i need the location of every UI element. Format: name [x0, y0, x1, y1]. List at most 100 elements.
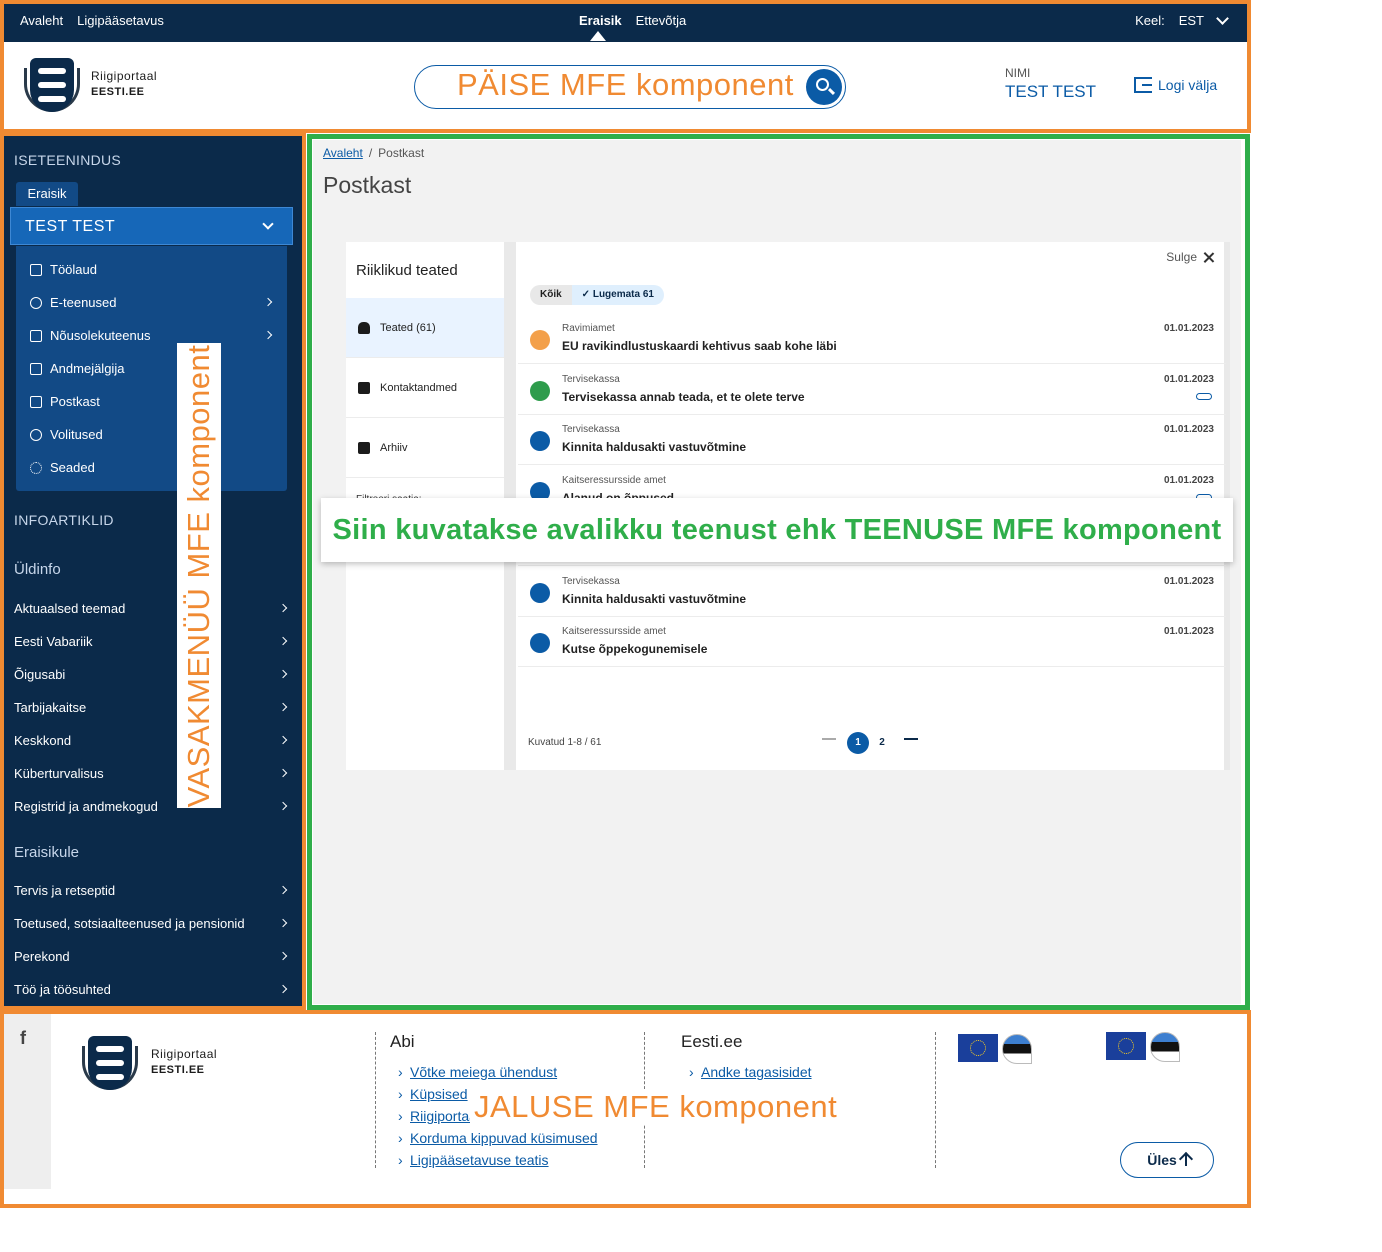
chevron-right-icon	[263, 297, 273, 307]
back-to-top-button[interactable]: Üles	[1120, 1142, 1214, 1178]
mailbox-nav-teated[interactable]: Teated (61)	[346, 298, 504, 358]
message-sender: Kaitseressursside amet	[562, 626, 666, 637]
breadcrumb-home-link[interactable]: Avaleht	[323, 146, 363, 160]
sidebar-item-label: Volitused	[50, 427, 103, 442]
sidebar-item-eesti-vabariik[interactable]: Eesti Vabariik	[14, 634, 290, 649]
chevron-right-icon	[278, 918, 288, 928]
message-subject: EU ravikindlustuskaardi kehtivus saab ko…	[562, 339, 837, 353]
site-logo-text[interactable]: Riigiportaal EESTI.EE	[91, 68, 157, 100]
read-filter: Kõik Lugemata 61	[530, 285, 664, 305]
tab-eraisik[interactable]: Eraisik	[579, 13, 622, 28]
chevron-right-icon	[278, 735, 288, 745]
contact-card-icon	[358, 381, 370, 394]
sidebar-item-label: Toetused, sotsiaalteenused ja pensionid	[14, 916, 245, 931]
user-selector[interactable]: TEST TEST	[10, 207, 293, 245]
sidebar-item-keskkond[interactable]: Keskkond	[14, 733, 290, 748]
sidebar-annotation-text: VASAKMENÜÜ MFE komponent	[181, 344, 216, 807]
sidebar-item-tarbijakaitse[interactable]: Tarbijakaitse	[14, 700, 290, 715]
coat-of-arms-logo-icon[interactable]	[24, 54, 80, 116]
list-item[interactable]: Kaitseressursside amet Kutse õppekogunemi…	[518, 617, 1226, 667]
sidebar-item-too[interactable]: Töö ja töösuhted	[14, 982, 290, 997]
chevron-down-icon	[1216, 11, 1229, 25]
footer-link-accessibility[interactable]: Ligipääsetavuse teatis	[398, 1152, 549, 1168]
sidebar-item-andmejalgija[interactable]: Andmejälgija	[30, 361, 124, 376]
footer-link-feedback[interactable]: Andke tagasisidet	[689, 1064, 811, 1080]
footer-link-cookies[interactable]: Küpsised	[398, 1086, 468, 1102]
close-icon	[1203, 252, 1214, 263]
page-title: Postkast	[323, 172, 412, 198]
message-date: 01.01.2023	[1163, 424, 1214, 435]
footer-logo-text[interactable]: Riigiportaal EESTI.EE	[151, 1046, 217, 1078]
role-tab[interactable]: Eraisik	[16, 182, 78, 206]
list-item[interactable]: Tervisekassa Kinnita haldusakti vastuvõtm…	[518, 567, 1226, 617]
private-person-title[interactable]: Eraisikule	[14, 844, 79, 861]
general-info-title[interactable]: Üldinfo	[14, 561, 61, 578]
language-value: EST	[1178, 13, 1204, 28]
footer-link-faq[interactable]: Korduma kippuvad küsimused	[398, 1130, 598, 1146]
message-subject: Kinnita haldusakti vastuvõtmine	[562, 440, 747, 454]
sidebar-item-label: Tarbijakaitse	[14, 700, 87, 715]
message-date: 01.01.2023	[1163, 373, 1214, 385]
sidebar-item-label: Küberturvalisus	[14, 766, 104, 781]
language-selector[interactable]: Keel: EST	[1135, 11, 1229, 28]
page-button-1[interactable]: 1	[847, 732, 869, 754]
filter-all-chip[interactable]: Kõik	[530, 285, 572, 305]
sidebar-item-volitused[interactable]: Volitused	[30, 427, 103, 442]
filter-unread-chip[interactable]: Lugemata 61	[571, 285, 664, 305]
next-page-icon[interactable]	[904, 738, 918, 740]
list-item[interactable]: Tervisekassa Tervisekassa annab teada, et…	[518, 365, 1226, 415]
home-link[interactable]: Avaleht	[20, 13, 63, 28]
sidebar-item-nousolekuteenus[interactable]: Nõusolekuteenus	[30, 328, 273, 343]
logout-button[interactable]: Logi välja	[1134, 77, 1217, 93]
prev-page-icon[interactable]	[822, 738, 836, 740]
list-item[interactable]: Tervisekassa Kinnita haldusakti vastuvõtm…	[518, 415, 1226, 465]
sidebar-item-postkast[interactable]: Postkast	[30, 394, 100, 409]
sidebar-item-seaded[interactable]: Seaded	[30, 460, 95, 475]
sidebar-item-oigusabi[interactable]: Õigusabi	[14, 667, 290, 682]
dashboard-icon	[30, 263, 42, 276]
logout-label: Logi välja	[1158, 77, 1218, 93]
mailbox-nav-label: Kontaktandmed	[380, 381, 458, 394]
main-content: Avaleht / Postkast Postkast Riiklikud te…	[313, 140, 1241, 1004]
search-button[interactable]	[806, 69, 842, 105]
sidebar-item-perekond[interactable]: Perekond	[14, 949, 290, 964]
sidebar-item-label: Õigusabi	[14, 667, 66, 682]
top-bar: Avaleht Ligipääsetavus Eraisik Ettevõtja…	[4, 4, 1247, 42]
close-button[interactable]: Sulge	[1166, 250, 1214, 264]
sidebar-item-e-teenused[interactable]: E-teenused	[30, 295, 273, 310]
sidebar-item-label: Aktuaalsed teemad	[14, 601, 126, 616]
tab-ettevotja[interactable]: Ettevõtja	[636, 13, 687, 28]
mailbox-nav-label: Arhiiv	[380, 441, 408, 454]
sidebar-item-aktuaalsed-teemad[interactable]: Aktuaalsed teemad	[14, 601, 290, 616]
chevron-right-icon	[263, 330, 273, 340]
mailbox-nav-arhiiv[interactable]: Arhiiv	[346, 418, 504, 478]
message-sender: Tervisekassa	[562, 373, 620, 385]
mailbox-nav-kontaktandmed[interactable]: Kontaktandmed	[346, 358, 504, 418]
logo-line2: EESTI.EE	[91, 86, 145, 98]
sidebar-item-toetused[interactable]: Toetused, sotsiaalteenused ja pensionid	[14, 916, 290, 931]
badge-icon	[30, 428, 42, 441]
sidebar-item-toolaud[interactable]: Töölaud	[30, 262, 97, 277]
footer-link-contact[interactable]: Võtke meiega ühendust	[398, 1064, 557, 1080]
sidebar-item-label: Postkast	[50, 394, 100, 409]
page-button-2[interactable]: 2	[871, 732, 893, 754]
sidebar-item-label: Nõusolekuteenus	[50, 328, 151, 343]
sidebar-item-registrid[interactable]: Registrid ja andmekogud	[14, 799, 290, 814]
close-label: Sulge	[1166, 250, 1197, 264]
estonian-flag-icon	[1002, 1034, 1032, 1064]
accessibility-link[interactable]: Ligipääsetavus	[77, 13, 164, 28]
sidebar-item-tervis[interactable]: Tervis ja retseptid	[14, 883, 290, 898]
message-sender: Tervisekassa	[562, 575, 620, 587]
sidebar-item-label: Perekond	[14, 949, 70, 964]
list-item[interactable]: Ravimiamet EU ravikindlustuskaardi kehtiv…	[518, 314, 1226, 364]
sidebar-item-kuberturvalisus[interactable]: Küberturvalisus	[14, 766, 290, 781]
chevron-right-icon	[278, 636, 288, 646]
coat-of-arms-logo-icon[interactable]	[82, 1032, 138, 1094]
gear-icon	[30, 461, 42, 474]
message-sender: Kaitseressursside amet	[562, 474, 666, 486]
facebook-icon[interactable]: f	[20, 1028, 26, 1049]
breadcrumb-current: Postkast	[378, 146, 425, 160]
footer-eesti-title: Eesti.ee	[681, 1032, 743, 1051]
footer-help-title: Abi	[390, 1032, 415, 1051]
sidebar-item-label: Keskkond	[14, 733, 72, 748]
